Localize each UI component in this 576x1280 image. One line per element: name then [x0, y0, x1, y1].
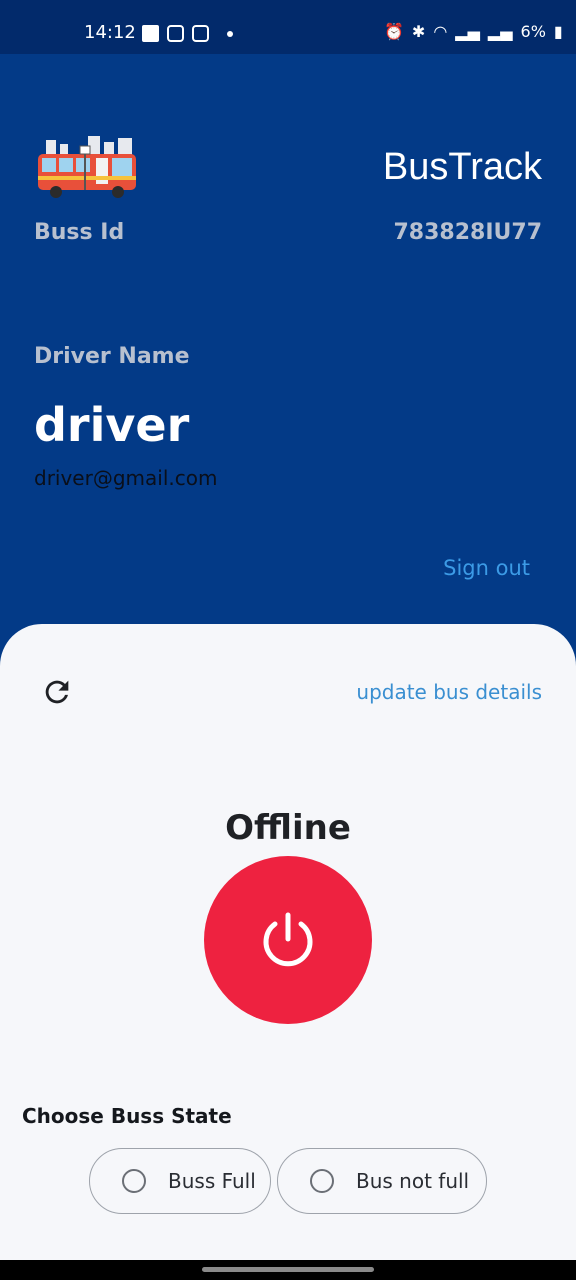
- driver-name: driver: [34, 398, 190, 452]
- navigation-bar: [0, 1260, 576, 1280]
- status-time: 14:12: [84, 22, 136, 43]
- signal-icon: ▂▄: [487, 21, 513, 41]
- signal-icon: ▂▄: [455, 21, 480, 41]
- bus-status-text: Offline: [225, 808, 351, 848]
- app-title: BusTrack: [382, 146, 542, 188]
- bus-not-full-option[interactable]: Bus not full: [277, 1148, 487, 1214]
- status-notification-icons: [142, 25, 233, 42]
- power-icon: [263, 912, 313, 967]
- wifi-icon: ◠: [433, 21, 448, 41]
- bluetooth-icon: ✱: [411, 21, 426, 41]
- status-bar: 14:12 ⏰ ✱ ◠ ▂▄ ▂▄ 6% ▮: [0, 0, 576, 54]
- update-bus-details-link[interactable]: update bus details: [356, 680, 542, 704]
- driver-email: driver@gmail.com: [34, 466, 218, 490]
- radio-button[interactable]: [122, 1169, 146, 1193]
- power-toggle-button[interactable]: [204, 856, 372, 1024]
- status-system-icons: ⏰ ✱ ◠ ▂▄ ▂▄ 6% ▮: [384, 22, 563, 41]
- battery-icon: ▮: [553, 21, 563, 41]
- bus-full-option[interactable]: Buss Full: [89, 1148, 271, 1214]
- driver-name-label: Driver Name: [34, 344, 190, 369]
- battery-percent: 6%: [520, 22, 546, 41]
- bus-logo-icon: [38, 136, 136, 198]
- bus-state-title: Choose Buss State: [22, 1104, 232, 1128]
- instagram-icon: [167, 25, 184, 42]
- bus-id-label: Buss Id: [34, 220, 125, 245]
- sign-out-link[interactable]: Sign out: [443, 556, 530, 580]
- refresh-icon[interactable]: [40, 675, 74, 709]
- alarm-icon: ⏰: [384, 21, 404, 41]
- option-label: Bus not full: [356, 1169, 470, 1193]
- option-label: Buss Full: [168, 1169, 256, 1193]
- gallery-icon: [142, 25, 159, 42]
- instagram-icon: [192, 25, 209, 42]
- bus-id-value: 783828IU77: [393, 220, 542, 245]
- home-gesture-handle[interactable]: [202, 1267, 374, 1272]
- more-notifications-icon: [227, 30, 233, 37]
- radio-button[interactable]: [310, 1169, 334, 1193]
